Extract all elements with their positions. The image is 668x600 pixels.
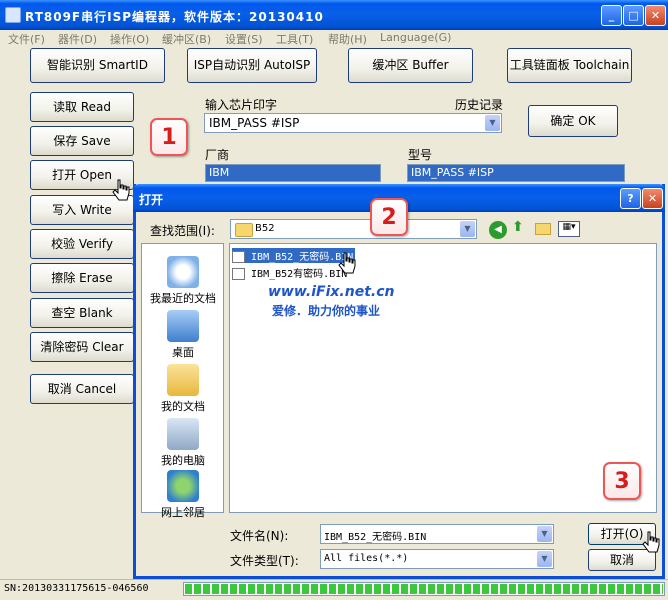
save-button[interactable]: 保存 Save (30, 126, 134, 156)
lookin-label: 查找范围(I): (150, 224, 215, 238)
file-icon (232, 251, 245, 263)
my-computer-icon (167, 418, 199, 450)
place-desktop[interactable]: 桌面 (138, 310, 228, 360)
filetype-combo[interactable]: All files(*.*) ▼ (320, 549, 554, 569)
lookin-value: B52 (255, 223, 275, 234)
my-documents-icon (167, 364, 199, 396)
mouse-cursor-icon (338, 252, 356, 274)
help-button[interactable]: ? (620, 188, 641, 209)
place-recent[interactable]: 我最近的文档 (138, 256, 228, 306)
recent-docs-icon (167, 256, 199, 288)
dialog-title: 打开 (139, 193, 164, 207)
filetype-label: 文件类型(T): (230, 554, 299, 568)
filename-value: IBM_B52_无密码.BIN (324, 532, 427, 543)
app-icon (5, 7, 21, 23)
file-item[interactable]: IBM_B52有密码.BIN (232, 265, 347, 280)
smartid-button[interactable]: 智能识别 SmartID (30, 48, 165, 83)
callout-3: 3 (603, 462, 641, 500)
place-computer-label: 我的电脑 (161, 454, 205, 467)
progress-fill (185, 584, 663, 594)
chip-input-value: IBM_PASS #ISP (209, 116, 300, 130)
verify-button[interactable]: 校验 Verify (30, 229, 134, 259)
watermark-url: www.iFix.net.cn (268, 284, 395, 300)
menu-buffer[interactable]: 缓冲区(B) (162, 31, 211, 47)
place-desktop-label: 桌面 (172, 346, 194, 359)
blank-button[interactable]: 查空 Blank (30, 298, 134, 328)
vendor-label: 厂商 (205, 148, 230, 162)
erase-button[interactable]: 擦除 Erase (30, 263, 134, 293)
menu-settings[interactable]: 设置(S) (225, 31, 263, 47)
cancel-button[interactable]: 取消 Cancel (30, 374, 134, 404)
autoisp-button[interactable]: ISP自动识别 AutoISP (187, 48, 317, 83)
window-title: RT809F串行ISP编程器，软件版本：20130410 (25, 10, 324, 24)
buffer-button[interactable]: 缓冲区 Buffer (348, 48, 473, 83)
up-folder-icon[interactable]: ⬆ (512, 219, 528, 239)
back-icon[interactable]: ◀ (489, 221, 507, 239)
place-network[interactable]: 网上邻居 (138, 470, 228, 520)
filename-combo[interactable]: IBM_B52_无密码.BIN ▼ (320, 524, 554, 544)
places-bar: 我最近的文档 桌面 我的文档 我的电脑 网上邻居 (141, 243, 224, 519)
mouse-cursor-icon (642, 531, 660, 553)
place-network-label: 网上邻居 (161, 506, 205, 519)
model-field[interactable]: IBM_PASS #ISP (407, 164, 625, 182)
chevron-down-icon[interactable]: ▼ (460, 221, 475, 237)
chevron-down-icon[interactable]: ▼ (485, 115, 500, 131)
chip-input-label: 输入芯片印字 (205, 98, 278, 112)
chevron-down-icon[interactable]: ▼ (537, 551, 552, 567)
file-name-1: IBM_B52有密码.BIN (251, 269, 348, 280)
dialog-close-button[interactable]: ✕ (642, 188, 663, 209)
serial-number: SN:20130331175615-046560 (4, 583, 149, 594)
folder-icon (235, 223, 253, 237)
view-menu-icon[interactable]: ▦▾ (558, 221, 580, 237)
clear-button[interactable]: 清除密码 Clear (30, 332, 134, 362)
file-item-selected[interactable]: IBM_B52_无密码.BIN (232, 248, 356, 263)
menu-operate[interactable]: 操作(O) (110, 31, 149, 47)
mouse-cursor-icon (112, 179, 130, 201)
filename-label: 文件名(N): (230, 529, 289, 543)
window-titlebar: RT809F串行ISP编程器，软件版本：20130410 _ □ ✕ (0, 0, 668, 30)
place-computer[interactable]: 我的电脑 (138, 418, 228, 468)
minimize-button[interactable]: _ (601, 5, 622, 26)
chevron-down-icon[interactable]: ▼ (537, 526, 552, 542)
close-button[interactable]: ✕ (645, 5, 666, 26)
watermark-slogan: 爱修．助力你的事业 (272, 304, 381, 318)
ok-button[interactable]: 确定 OK (528, 105, 618, 137)
callout-2: 2 (370, 198, 408, 236)
toolchain-button[interactable]: 工具链面板 Toolchain (507, 48, 632, 83)
menu-help[interactable]: 帮助(H) (328, 31, 367, 47)
menu-device[interactable]: 器件(D) (58, 31, 97, 47)
filetype-value: All files(*.*) (324, 553, 409, 564)
maximize-button[interactable]: □ (623, 5, 644, 26)
vendor-field[interactable]: IBM (205, 164, 381, 182)
history-label: 历史记录 (455, 98, 504, 112)
chip-input-combo[interactable]: IBM_PASS #ISP ▼ (204, 113, 502, 133)
menu-file[interactable]: 文件(F) (8, 31, 45, 47)
network-icon (167, 470, 199, 502)
progress-bar (183, 582, 665, 596)
place-recent-label: 我最近的文档 (150, 292, 216, 305)
lookin-combo[interactable]: B52 ▼ (230, 219, 477, 239)
file-list: IBM_B52_无密码.BIN IBM_B52有密码.BIN www.iFix.… (229, 243, 657, 513)
callout-1: 1 (150, 118, 188, 156)
model-label: 型号 (408, 148, 433, 162)
menu-tools[interactable]: 工具(T) (276, 31, 313, 47)
place-documents[interactable]: 我的文档 (138, 364, 228, 414)
desktop-icon (167, 310, 199, 342)
menu-bar: 文件(F) 器件(D) 操作(O) 缓冲区(B) 设置(S) 工具(T) 帮助(… (0, 30, 668, 46)
place-documents-label: 我的文档 (161, 400, 205, 413)
read-button[interactable]: 读取 Read (30, 92, 134, 122)
file-icon (232, 268, 245, 280)
menu-language[interactable]: Language(G) (380, 31, 451, 44)
new-folder-icon[interactable] (535, 223, 551, 235)
